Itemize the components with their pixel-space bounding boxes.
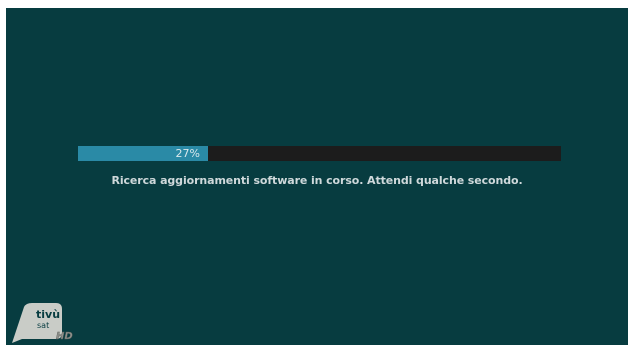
progress-fill: 27% — [78, 146, 208, 161]
logo-text-sat: sat — [37, 321, 49, 330]
logo-text-tivu: tivù — [36, 308, 60, 321]
logo-text-hd: HD — [56, 331, 73, 342]
logo-graphic: tivù sat HD — [12, 303, 73, 343]
tivusat-hd-logo: tivù sat HD — [10, 299, 76, 343]
progress-bar: 27% — [78, 146, 561, 161]
progress-percent: 27% — [175, 147, 200, 160]
status-message: Ricerca aggiornamenti software in corso.… — [111, 174, 523, 187]
update-screen: 27% Ricerca aggiornamenti software in co… — [6, 8, 628, 345]
